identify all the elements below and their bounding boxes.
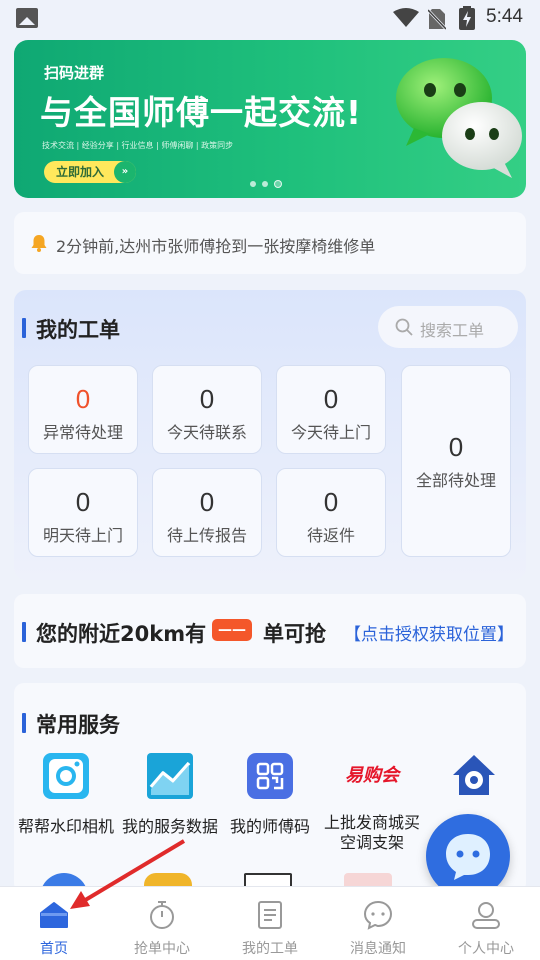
no-sim-icon (428, 8, 446, 30)
camera-icon (43, 753, 89, 799)
service-label: 帮帮水印相机 (17, 817, 114, 836)
tab-my-orders[interactable]: 我的工单 (216, 887, 324, 960)
carousel-dot[interactable] (262, 181, 268, 187)
tab-label: 消息通知 (350, 941, 406, 957)
stat-label: 异常待处理 (42, 423, 123, 442)
order-list-icon (258, 901, 282, 929)
stat-count: 0 (323, 384, 339, 414)
stat-count: 0 (199, 384, 215, 414)
order-stat-contact-today[interactable]: 0 今天待联系 (152, 365, 262, 454)
qrcode-icon (247, 753, 293, 799)
nearby-count-badge: —— (212, 619, 252, 641)
my-orders-panel: 我的工单 搜索工单 0 异常待处理 0 今天待联系 0 今天待上门 0 全部待处… (14, 290, 526, 580)
chart-icon (147, 753, 193, 799)
banner-subtitle: 扫码进群 (44, 64, 105, 82)
status-bar: 5:44 (0, 0, 540, 36)
join-arrow-icon: » (114, 161, 136, 183)
stat-label: 待返件 (306, 526, 355, 545)
tab-label: 个人中心 (458, 941, 514, 957)
stat-count: 0 (199, 487, 215, 517)
service-label: 我的师傅码 (229, 817, 310, 836)
stat-count: 0 (75, 487, 91, 517)
stat-count: 0 (323, 487, 339, 517)
stat-label: 待上传报告 (166, 526, 247, 545)
join-now-label: 立即加入 (56, 165, 105, 179)
tab-label: 抢单中心 (134, 941, 190, 957)
order-search-input[interactable]: 搜索工单 (378, 306, 518, 348)
carousel-dot[interactable] (250, 181, 256, 187)
service-watermark-camera[interactable]: 帮帮水印相机 (14, 753, 118, 837)
search-icon (395, 318, 413, 336)
clock: 5:44 (486, 6, 523, 27)
stat-label: 今天待上门 (290, 423, 371, 442)
image-notification-icon (16, 8, 38, 28)
order-stat-visit-tomorrow[interactable]: 0 明天待上门 (28, 468, 138, 557)
join-now-button[interactable]: 立即加入 » (44, 161, 136, 183)
order-stat-return-parts[interactable]: 0 待返件 (276, 468, 386, 557)
mall-logo-icon: 易购会 (345, 765, 399, 786)
battery-charging-icon (459, 6, 475, 30)
order-stat-abnormal[interactable]: 0 异常待处理 (28, 365, 138, 454)
tab-notifications[interactable]: 消息通知 (324, 887, 432, 960)
tab-label: 我的工单 (242, 941, 298, 957)
service-wholesale-mall[interactable]: 易购会 上批发商城买 空调支架 (320, 753, 424, 853)
stat-count: 0 (448, 432, 464, 462)
nearby-suffix: 单可抢 (263, 622, 326, 646)
banner-tags: 技术交流 | 经验分享 | 行业信息 | 师傅闲聊 | 政策同步 (42, 141, 234, 150)
carousel-indicator (250, 180, 282, 188)
nearby-orders-bar: 您的附近20km有 —— 单可抢 【点击授权获取位置】 (14, 594, 526, 668)
stat-label: 明天待上门 (42, 526, 123, 545)
red-annotation-arrow-icon (70, 839, 186, 909)
tab-profile[interactable]: 个人中心 (432, 887, 540, 960)
nearby-prefix: 您的附近20km有 (22, 618, 206, 648)
service-label: 我的服务数据 (121, 817, 218, 836)
profile-icon (472, 902, 500, 929)
stat-count: 0 (75, 384, 91, 414)
stat-label: 全部待处理 (415, 471, 496, 490)
wifi-icon (393, 8, 419, 27)
wechat-logo-icon (396, 58, 522, 178)
order-stat-upload-report[interactable]: 0 待上传报告 (152, 468, 262, 557)
search-placeholder: 搜索工单 (420, 321, 485, 340)
stat-label: 今天待联系 (166, 423, 247, 442)
my-orders-title: 我的工单 (22, 314, 120, 344)
authorize-location-link[interactable]: 【点击授权获取位置】 (344, 620, 514, 645)
notice-text: 2分钟前,达州市张师傅抢到一张按摩椅维修单 (56, 237, 376, 256)
services-title: 常用服务 (22, 709, 120, 739)
tab-label: 首页 (40, 941, 68, 957)
service-my-data[interactable]: 我的服务数据 (118, 753, 222, 837)
service-label: 上批发商城买 空调支架 (323, 813, 420, 852)
order-stat-visit-today[interactable]: 0 今天待上门 (276, 365, 386, 454)
grab-notice-bar: 2分钟前,达州市张师傅抢到一张按摩椅维修单 (14, 212, 526, 274)
service-master-code[interactable]: 我的师傅码 (218, 753, 322, 837)
order-stat-all-pending[interactable]: 0 全部待处理 (401, 365, 511, 557)
carousel-dot-active[interactable] (274, 180, 282, 188)
message-icon (363, 900, 393, 930)
community-banner[interactable]: 扫码进群 与全国师傅一起交流! 技术交流 | 经验分享 | 行业信息 | 师傅闲… (14, 40, 526, 198)
wrench-icon (453, 755, 495, 795)
bell-icon (31, 235, 47, 252)
banner-title: 与全国师傅一起交流! (40, 93, 363, 132)
